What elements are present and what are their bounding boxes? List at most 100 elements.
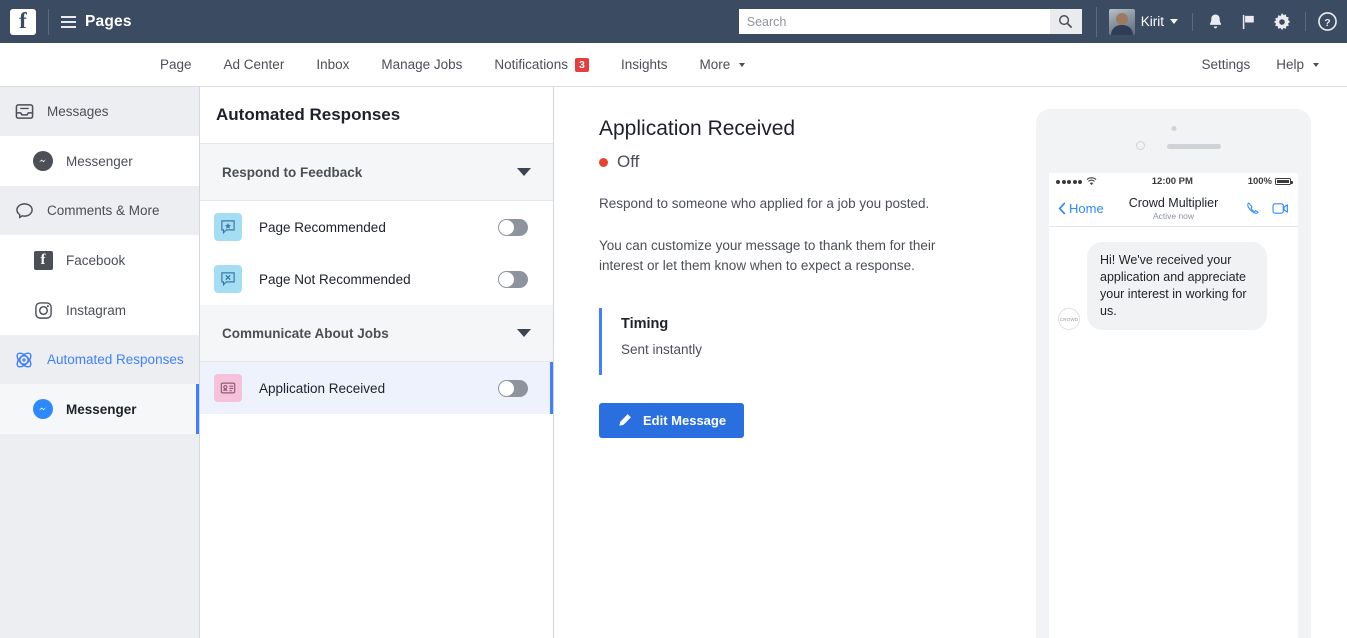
phone-camera-icon (1136, 141, 1145, 150)
help-icon[interactable]: ? (1318, 12, 1337, 31)
divider (48, 8, 49, 35)
edit-message-button[interactable]: Edit Message (599, 403, 745, 438)
bell-icon[interactable] (1207, 13, 1224, 31)
nav-label: More (699, 57, 731, 72)
message-bubble: Hi! We've received your application and … (1087, 242, 1267, 330)
speech-x-icon (214, 265, 242, 293)
nav-label: Notifications (494, 57, 568, 72)
sidebar-item-messenger-automated[interactable]: Messenger (0, 384, 199, 434)
toggle-application-received[interactable] (498, 379, 528, 397)
sidebar-item-instagram[interactable]: Instagram (0, 285, 199, 335)
user-menu[interactable]: Kirit (1095, 6, 1178, 37)
facebook-logo-icon[interactable]: f (10, 8, 36, 35)
messenger-icon (33, 151, 53, 171)
nav-item-insights[interactable]: Insights (621, 57, 668, 72)
nav-label: Insights (620, 57, 668, 72)
nav-item-more[interactable]: More (700, 57, 746, 72)
response-row-page-recommended[interactable]: Page Recommended (200, 201, 553, 253)
phone-screen: 12:00 PM 100% Home Crowd Multiplier Acti… (1049, 173, 1298, 638)
svg-text:?: ? (1324, 18, 1330, 29)
sidebar-section-comments-and-more[interactable]: Comments & More (0, 186, 199, 235)
avatar (1108, 8, 1135, 35)
automated-responses-list: Automated Responses Respond to Feedback … (200, 87, 554, 638)
edit-message-label: Edit Message (643, 413, 727, 428)
search-box[interactable] (738, 9, 1082, 34)
flag-icon[interactable] (1240, 13, 1257, 31)
topbar-icon-group (1192, 12, 1291, 31)
nav-label: Ad Center (223, 57, 285, 72)
message-preview-panel: 12:00 PM 100% Home Crowd Multiplier Acti… (1000, 87, 1347, 638)
sidebar-item-label: Messenger (66, 401, 137, 417)
group-header-respond-to-feedback[interactable]: Respond to Feedback (200, 144, 553, 201)
sidebar-item-messenger-messages[interactable]: Messenger (0, 136, 199, 186)
nav-item-settings[interactable]: Settings (1201, 57, 1250, 72)
nav-item-inbox[interactable]: Inbox (316, 57, 349, 72)
search-icon (1059, 15, 1073, 29)
gear-icon[interactable] (1273, 12, 1291, 31)
description-paragraph-2: You can customize your message to thank … (599, 238, 936, 273)
nav-item-manage-jobs[interactable]: Manage Jobs (381, 57, 462, 72)
response-row-application-received[interactable]: Application Received (200, 362, 553, 414)
help-icon-wrap[interactable]: ? (1305, 12, 1341, 31)
phone-call-icon[interactable] (1246, 201, 1261, 216)
body-wrapper: Messages Messenger Comments & More f Fac… (0, 87, 1347, 638)
nav-item-ad-center[interactable]: Ad Center (224, 57, 285, 72)
battery-indicator: 100% (1247, 176, 1293, 187)
id-card-icon (214, 374, 242, 402)
chat-header: Home Crowd Multiplier Active now (1049, 190, 1298, 227)
video-call-icon[interactable] (1272, 202, 1289, 215)
phone-mockup: 12:00 PM 100% Home Crowd Multiplier Acti… (1036, 109, 1311, 638)
facebook-icon: f (33, 250, 53, 270)
response-label: Page Not Recommended (259, 271, 411, 287)
back-label: Home (1069, 200, 1104, 216)
chevron-left-icon (1058, 201, 1066, 215)
user-name: Kirit (1140, 14, 1164, 29)
sidebar-item-label: Facebook (66, 252, 126, 268)
pencil-icon (619, 414, 631, 426)
chevron-down-icon[interactable] (517, 168, 531, 176)
chevron-down-icon (739, 62, 746, 67)
nav-label: Inbox (316, 57, 350, 72)
nav-item-help[interactable]: Help (1276, 57, 1319, 72)
group-title: Communicate About Jobs (222, 325, 389, 341)
status-dot-icon (599, 157, 608, 167)
timing-block: Timing Sent instantly (599, 308, 1000, 375)
sidebar-item-label: Instagram (66, 302, 127, 318)
page-title: Application Received (599, 117, 796, 140)
instagram-icon (33, 300, 53, 320)
status-text: Off (617, 152, 640, 171)
nav-label: Help (1276, 57, 1304, 72)
search-input[interactable] (738, 9, 1050, 34)
notifications-badge: 3 (574, 57, 589, 72)
nav-label: Manage Jobs (381, 57, 463, 72)
timing-label: Timing (621, 316, 669, 332)
top-bar: f Pages Kirit (0, 0, 1347, 43)
hamburger-icon[interactable] (61, 15, 76, 28)
sidebar-section-automated-responses[interactable]: Automated Responses (0, 335, 199, 384)
phone-speaker-icon (1167, 144, 1221, 149)
search-button[interactable] (1049, 9, 1082, 34)
battery-icon (1275, 178, 1293, 185)
chevron-down-icon (1170, 19, 1178, 24)
nav-label: Page (160, 57, 192, 72)
chevron-down-icon (1313, 62, 1319, 67)
battery-percent: 100% (1247, 176, 1272, 187)
group-header-communicate-about-jobs[interactable]: Communicate About Jobs (200, 305, 553, 362)
group-title: Respond to Feedback (222, 164, 363, 180)
sidebar-item-facebook[interactable]: f Facebook (0, 235, 199, 285)
sidebar-section-messages[interactable]: Messages (0, 87, 199, 136)
nav-item-notifications[interactable]: Notifications 3 (494, 57, 589, 72)
status-badge: Off (599, 152, 1000, 172)
detail-panel: Application Received Off Respond to some… (554, 87, 1000, 638)
response-row-page-not-recommended[interactable]: Page Not Recommended (200, 253, 553, 305)
status-time: 12:00 PM (1151, 176, 1193, 187)
chevron-down-icon[interactable] (517, 329, 531, 337)
timing-value: Sent instantly (621, 342, 703, 357)
left-sidebar: Messages Messenger Comments & More f Fac… (0, 87, 200, 638)
nav-item-page[interactable]: Page (160, 57, 192, 72)
toggle-page-recommended[interactable] (498, 218, 528, 236)
panel-title: Automated Responses (200, 87, 553, 144)
back-home-button[interactable]: Home (1058, 201, 1104, 216)
toggle-page-not-recommended[interactable] (498, 270, 528, 288)
chat-actions (1246, 201, 1289, 216)
